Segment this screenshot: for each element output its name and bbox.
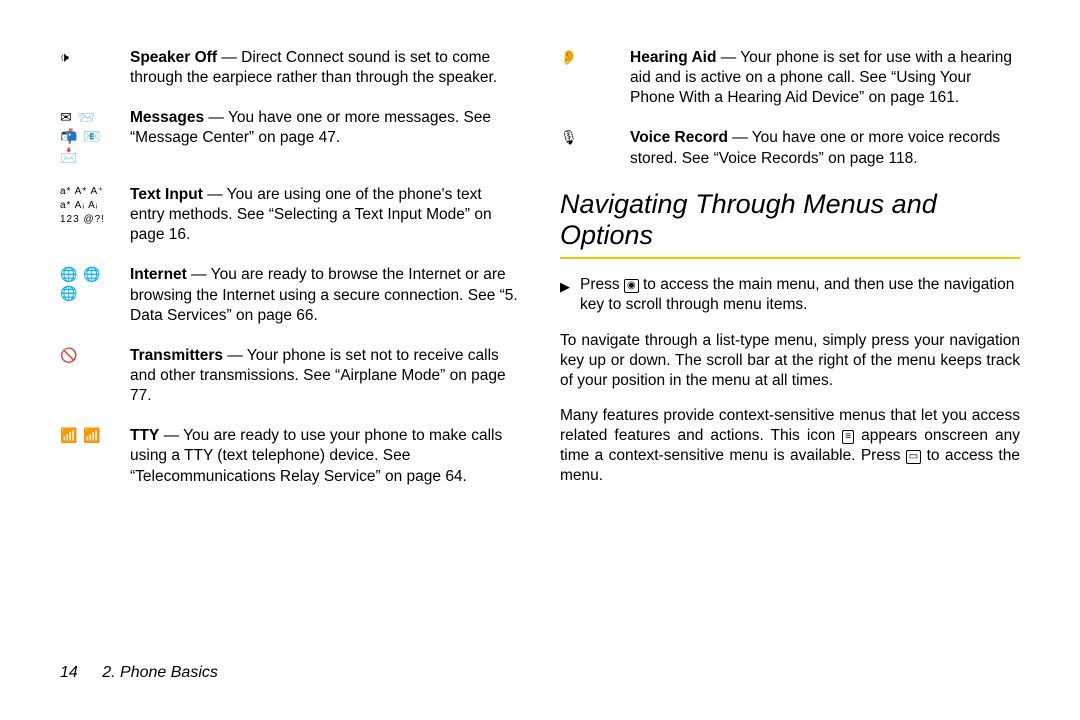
internet-desc: Internet — You are ready to browse the I… bbox=[130, 265, 520, 325]
status-row-internet: 🌐 🌐 🌐 Internet — You are ready to browse… bbox=[60, 265, 520, 325]
transmitters-desc: Transmitters — Your phone is set not to … bbox=[130, 346, 520, 406]
right-column: 👂 Hearing Aid — Your phone is set for us… bbox=[560, 48, 1020, 507]
status-row-speaker-off: 🕩 Speaker Off — Direct Connect sound is … bbox=[60, 48, 520, 88]
voice-record-desc: Voice Record — You have one or more voic… bbox=[630, 128, 1020, 168]
speaker-off-icon: 🕩 bbox=[60, 48, 120, 67]
page-number: 14 bbox=[60, 664, 78, 681]
instruction-bullet: ▶ Press ◉ to access the main menu, and t… bbox=[560, 275, 1020, 315]
transmitters-icon: 🚫 bbox=[60, 346, 120, 365]
messages-desc: Messages — You have one or more messages… bbox=[130, 108, 520, 148]
speaker-off-desc: Speaker Off — Direct Connect sound is se… bbox=[130, 48, 520, 88]
tty-desc: TTY — You are ready to use your phone to… bbox=[130, 426, 520, 486]
page-content: 🕩 Speaker Off — Direct Connect sound is … bbox=[0, 0, 1080, 507]
section-name: 2. Phone Basics bbox=[102, 664, 218, 681]
tty-icon: 📶 📶 bbox=[60, 426, 120, 445]
context-menu-icon: ≡ bbox=[842, 430, 854, 444]
internet-icon: 🌐 🌐 🌐 bbox=[60, 265, 120, 303]
nav-paragraph-1: To navigate through a list-type menu, si… bbox=[560, 331, 1020, 391]
section-heading: Navigating Through Menus and Options bbox=[560, 189, 1020, 251]
status-row-text-input: a* A* A⁺ a* Aᵢ Aᵢ 123 @?! Text Input — Y… bbox=[60, 185, 520, 245]
status-row-hearing-aid: 👂 Hearing Aid — Your phone is set for us… bbox=[560, 48, 1020, 108]
hearing-aid-icon: 👂 bbox=[560, 48, 620, 67]
bullet-icon: ▶ bbox=[560, 277, 570, 298]
messages-icon: ✉ 📨 📬 📧 📩 bbox=[60, 108, 120, 165]
status-row-transmitters: 🚫 Transmitters — Your phone is set not t… bbox=[60, 346, 520, 406]
text-input-icon: a* A* A⁺ a* Aᵢ Aᵢ 123 @?! bbox=[60, 185, 120, 227]
hearing-aid-desc: Hearing Aid — Your phone is set for use … bbox=[630, 48, 1020, 108]
status-row-voice-record: 🎙 Voice Record — You have one or more vo… bbox=[560, 128, 1020, 168]
bullet-text: Press ◉ to access the main menu, and the… bbox=[580, 275, 1020, 315]
voice-record-icon: 🎙 bbox=[560, 128, 620, 147]
page-footer: 14 2. Phone Basics bbox=[60, 663, 218, 684]
text-input-desc: Text Input — You are using one of the ph… bbox=[130, 185, 520, 245]
status-row-tty: 📶 📶 TTY — You are ready to use your phon… bbox=[60, 426, 520, 486]
nav-paragraph-2: Many features provide context-sensitive … bbox=[560, 406, 1020, 487]
status-row-messages: ✉ 📨 📬 📧 📩 Messages — You have one or mor… bbox=[60, 108, 520, 165]
softkey-icon: ▭ bbox=[906, 450, 921, 464]
left-column: 🕩 Speaker Off — Direct Connect sound is … bbox=[60, 48, 520, 507]
heading-underline bbox=[560, 257, 1020, 259]
menu-key-icon: ◉ bbox=[624, 279, 639, 293]
